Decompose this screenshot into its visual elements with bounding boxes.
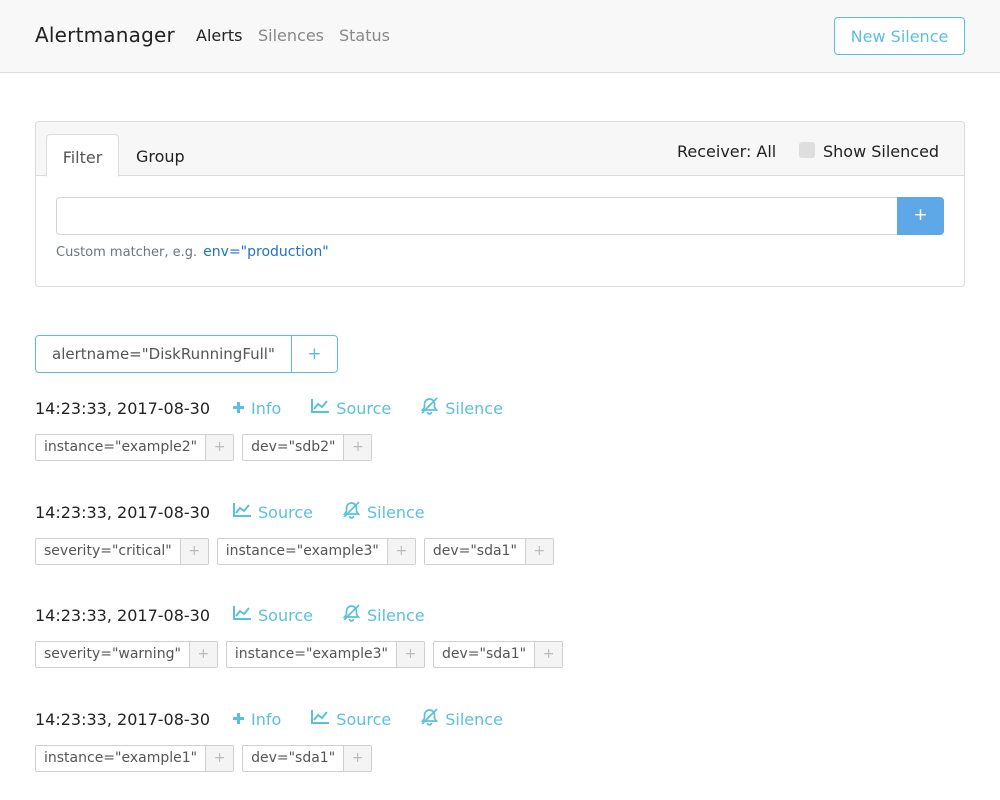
label-chip-text[interactable]: severity="warning" <box>36 642 189 667</box>
label-chip: severity="critical" + <box>35 538 209 565</box>
info-label: Info <box>251 709 282 729</box>
silence-label: Silence <box>445 398 503 418</box>
alert-header: 14:23:33, 2017-08-30 Info Source Silence <box>35 706 635 732</box>
chart-line-icon <box>310 709 336 729</box>
label-chip: instance="example3" + <box>216 538 416 565</box>
alert-item: 14:23:33, 2017-08-30 Source Silence severit… <box>35 499 635 565</box>
alert-labels: instance="example2" + dev="sdb2" + <box>35 434 635 461</box>
silence-label: Silence <box>366 605 425 625</box>
bell-slash-icon <box>420 397 445 419</box>
alert-header: 14:23:33, 2017-08-30 Info Source Silence <box>35 395 635 421</box>
chart-line-icon <box>232 605 258 625</box>
label-chip: dev="sdb2" + <box>242 434 373 461</box>
label-chip-add-button[interactable]: + <box>205 435 234 460</box>
silence-button[interactable]: Silence <box>342 604 425 626</box>
label-chip-text[interactable]: severity="critical" <box>36 539 180 564</box>
tab-filter[interactable]: Filter <box>46 134 119 177</box>
label-chip-add-button[interactable]: + <box>205 746 234 771</box>
label-chip-add-button[interactable]: + <box>343 435 372 460</box>
alert-time: 14:23:33, 2017-08-30 <box>35 502 211 522</box>
source-label: Source <box>336 398 392 418</box>
source-button[interactable]: Source <box>232 605 313 625</box>
bell-slash-icon <box>342 501 367 523</box>
nav-alerts[interactable]: Alerts <box>196 26 242 45</box>
info-button[interactable]: Info <box>232 399 281 418</box>
alert-item: 14:23:33, 2017-08-30 Info Source Silence ins… <box>35 395 635 461</box>
label-chip: instance="example2" + <box>35 434 235 461</box>
filter-add-button[interactable]: + <box>897 197 944 235</box>
show-silenced-label[interactable]: Show Silenced <box>823 142 939 161</box>
group-button: alertname="DiskRunningFull" + <box>35 335 338 373</box>
label-chip: severity="warning" + <box>35 641 218 668</box>
info-button[interactable]: Info <box>232 710 281 729</box>
filter-card: Filter Group Receiver: All Show Silenced… <box>35 121 965 287</box>
silence-label: Silence <box>445 709 503 729</box>
label-chip-add-button[interactable]: + <box>179 539 208 564</box>
show-silenced-checkbox[interactable] <box>799 142 815 158</box>
label-chip-text[interactable]: instance="example3" <box>218 539 387 564</box>
filter-input[interactable] <box>56 197 898 235</box>
label-chip-text[interactable]: dev="sdb2" <box>243 435 343 460</box>
alert-header: 14:23:33, 2017-08-30 Source Silence <box>35 602 635 628</box>
label-chip: dev="sda1" + <box>423 538 554 565</box>
plus-icon <box>232 399 251 418</box>
label-chip-text[interactable]: instance="example1" <box>36 746 205 771</box>
filter-hint-example[interactable]: env="production" <box>203 244 329 260</box>
tab-group[interactable]: Group <box>136 134 185 177</box>
source-button[interactable]: Source <box>232 502 313 522</box>
source-label: Source <box>258 605 313 625</box>
receiver-select[interactable]: Receiver: All <box>677 142 776 161</box>
label-chip: instance="example1" + <box>35 745 235 772</box>
label-chip: instance="example3" + <box>225 641 425 668</box>
group-label[interactable]: alertname="DiskRunningFull" <box>36 336 292 372</box>
brand-logo[interactable]: Alertmanager <box>35 23 175 47</box>
chart-line-icon <box>232 502 258 522</box>
chart-line-icon <box>310 398 336 418</box>
silence-button[interactable]: Silence <box>420 708 503 730</box>
label-chip-text[interactable]: dev="sda1" <box>425 539 525 564</box>
label-chip-add-button[interactable]: + <box>524 539 553 564</box>
filter-hint-text: Custom matcher, e.g. <box>56 245 198 260</box>
plus-icon <box>232 710 251 729</box>
source-button[interactable]: Source <box>310 398 391 418</box>
alert-time: 14:23:33, 2017-08-30 <box>35 709 211 729</box>
label-chip-add-button[interactable]: + <box>343 746 372 771</box>
filter-card-header: Filter Group Receiver: All Show Silenced <box>36 122 964 177</box>
label-chip: dev="sda1" + <box>433 641 564 668</box>
info-label: Info <box>251 398 282 418</box>
navbar: Alertmanager Alerts Silences Status New … <box>0 0 1000 73</box>
label-chip: dev="sda1" + <box>242 745 373 772</box>
label-chip-add-button[interactable]: + <box>396 642 424 667</box>
silence-label: Silence <box>366 502 425 522</box>
alert-header: 14:23:33, 2017-08-30 Source Silence <box>35 499 635 525</box>
source-label: Source <box>258 502 313 522</box>
silence-button[interactable]: Silence <box>342 501 425 523</box>
alert-time: 14:23:33, 2017-08-30 <box>35 398 211 418</box>
new-silence-button[interactable]: New Silence <box>834 17 965 55</box>
alert-labels: instance="example1" + dev="sda1" + <box>35 745 635 772</box>
label-chip-text[interactable]: instance="example3" <box>227 642 396 667</box>
alert-item: 14:23:33, 2017-08-30 Source Silence severit… <box>35 602 635 668</box>
nav-status[interactable]: Status <box>339 26 390 45</box>
silence-button[interactable]: Silence <box>420 397 503 419</box>
label-chip-add-button[interactable]: + <box>386 539 415 564</box>
alert-time: 14:23:33, 2017-08-30 <box>35 605 211 625</box>
label-chip-add-button[interactable]: + <box>534 642 563 667</box>
alert-labels: severity="critical" + instance="example3" +… <box>35 538 635 565</box>
bell-slash-icon <box>420 708 445 730</box>
group-add-button[interactable]: + <box>292 336 337 372</box>
label-chip-add-button[interactable]: + <box>188 642 217 667</box>
label-chip-text[interactable]: dev="sda1" <box>434 642 534 667</box>
filter-hint: Custom matcher, e.g. env="production" <box>56 244 329 260</box>
label-chip-text[interactable]: dev="sda1" <box>243 746 343 771</box>
alert-item: 14:23:33, 2017-08-30 Info Source Silence ins… <box>35 706 635 772</box>
source-label: Source <box>336 709 392 729</box>
label-chip-text[interactable]: instance="example2" <box>36 435 205 460</box>
alert-labels: severity="warning" + instance="example3" + d… <box>35 641 635 668</box>
nav-silences[interactable]: Silences <box>258 26 324 45</box>
bell-slash-icon <box>342 604 367 626</box>
source-button[interactable]: Source <box>310 709 391 729</box>
